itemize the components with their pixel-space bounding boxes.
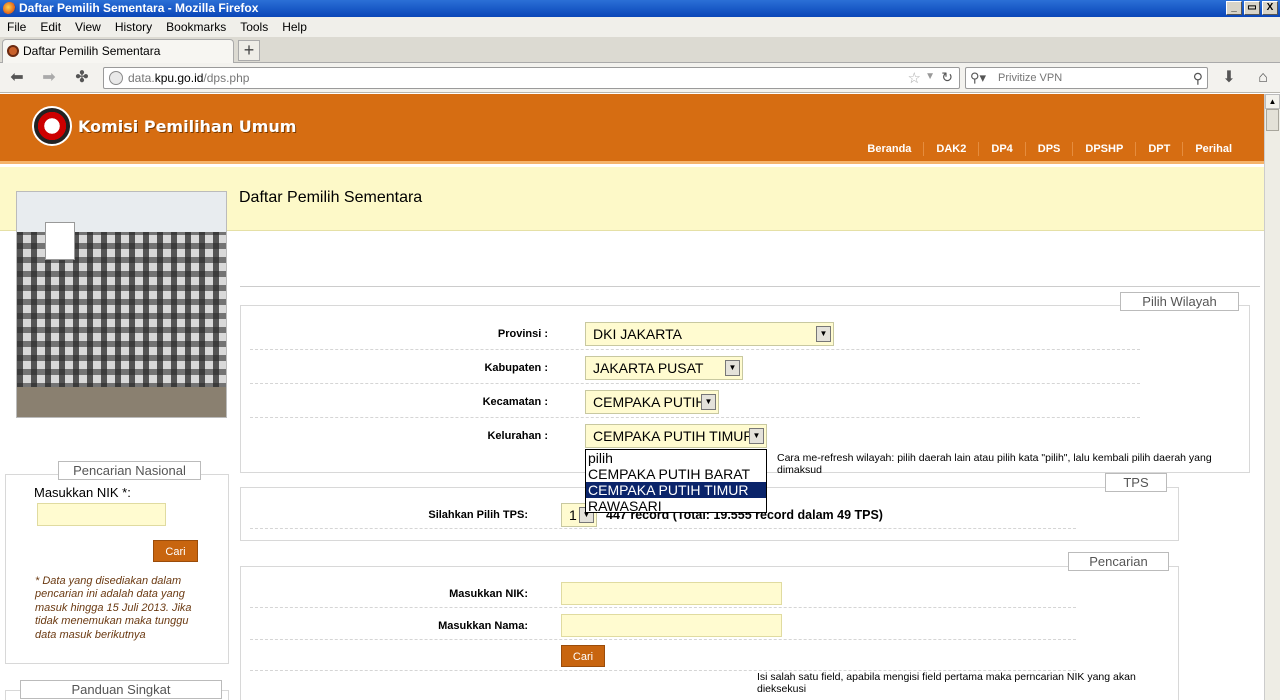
magnifier-icon[interactable]: ⚲ — [1193, 70, 1203, 87]
menubar: File Edit View History Bookmarks Tools H… — [0, 17, 1280, 37]
menu-tools[interactable]: Tools — [233, 17, 275, 37]
url-bar[interactable]: data.kpu.go.id/dps.php ☆ ▼ ↻ — [103, 67, 960, 89]
chevron-down-icon: ▼ — [725, 360, 740, 376]
kecamatan-select[interactable]: CEMPAKA PUTIH ▼ — [585, 390, 719, 414]
kpu-logo-icon — [32, 106, 72, 146]
tab-label: Daftar Pemilih Sementara — [23, 44, 161, 58]
row-separator — [250, 349, 1140, 350]
tps-legend: TPS — [1105, 473, 1167, 492]
back-arrow-icon[interactable]: ⬅ — [8, 69, 26, 87]
navigation-toolbar: ⬅ ➡ ✤ data.kpu.go.id/dps.php ☆ ▼ ↻ ⚲▾ ⚲ … — [0, 63, 1280, 93]
search-bar[interactable]: ⚲▾ ⚲ — [965, 67, 1208, 89]
kelurahan-option-timur[interactable]: CEMPAKA PUTIH TIMUR — [586, 482, 766, 498]
pencarian-note: Isi salah satu field, apabila mengisi fi… — [757, 671, 1136, 695]
panduan-legend: Panduan Singkat — [20, 680, 222, 699]
menu-file[interactable]: File — [0, 17, 33, 37]
refresh-note: Cara me-refresh wilayah: pilih daerah la… — [777, 452, 1212, 476]
pencarian-nik-input[interactable] — [561, 582, 782, 605]
kabupaten-label: Kabupaten : — [484, 362, 548, 374]
pencarian-nik-label: Masukkan NIK: — [449, 588, 528, 600]
scroll-thumb[interactable] — [1266, 109, 1279, 131]
pencarian-nama-label: Masukkan Nama: — [438, 620, 528, 632]
kelurahan-option-pilih[interactable]: pilih — [586, 450, 766, 466]
site-title: Komisi Pemilihan Umum — [78, 117, 297, 136]
vertical-scrollbar[interactable]: ▲ — [1264, 94, 1280, 700]
menu-edit[interactable]: Edit — [33, 17, 68, 37]
nav-beranda[interactable]: Beranda — [855, 142, 923, 156]
url-history-dropdown-icon[interactable]: ▼ — [925, 71, 935, 82]
close-button[interactable]: X — [1262, 1, 1278, 15]
provinsi-label: Provinsi : — [497, 328, 548, 340]
search-engine-icon[interactable]: ⚲▾ — [970, 70, 986, 86]
row-separator — [250, 383, 1140, 384]
bookmark-star-icon[interactable]: ☆ — [908, 69, 921, 87]
kelurahan-value: CEMPAKA PUTIH TIMUR — [593, 428, 754, 444]
kabupaten-select[interactable]: JAKARTA PUSAT ▼ — [585, 356, 743, 380]
nav-perihal[interactable]: Perihal — [1182, 142, 1244, 156]
building-photo — [16, 191, 227, 418]
kelurahan-dropdown-list: pilih CEMPAKA PUTIH BARAT CEMPAKA PUTIH … — [585, 449, 767, 514]
firefox-icon — [3, 2, 16, 15]
menu-bookmarks[interactable]: Bookmarks — [159, 17, 233, 37]
pencarian-legend: Pencarian — [1068, 552, 1169, 571]
chevron-down-icon: ▼ — [749, 428, 764, 444]
kelurahan-label: Kelurahan : — [487, 430, 548, 442]
url-text: data.kpu.go.id/dps.php — [128, 71, 250, 85]
row-separator — [250, 417, 1140, 418]
menu-history[interactable]: History — [108, 17, 159, 37]
provinsi-value: DKI JAKARTA — [593, 326, 682, 342]
site-header: Komisi Pemilihan Umum Beranda DAK2 DP4 D… — [0, 94, 1264, 164]
minimize-button[interactable]: _ — [1226, 1, 1242, 15]
maximize-button[interactable]: ▭ — [1244, 1, 1260, 15]
site-nav: Beranda DAK2 DP4 DPS DPSHP DPT Perihal — [855, 142, 1244, 156]
row-separator — [250, 607, 1076, 608]
kelurahan-select[interactable]: CEMPAKA PUTIH TIMUR ▼ — [585, 424, 767, 448]
divider — [240, 286, 1260, 287]
nav-dpshp[interactable]: DPSHP — [1072, 142, 1135, 156]
pencarian-nama-input[interactable] — [561, 614, 782, 637]
nasional-legend: Pencarian Nasional — [58, 461, 201, 480]
kecamatan-label: Kecamatan : — [482, 396, 548, 408]
kelurahan-option-rawasari[interactable]: RAWASARI — [586, 498, 766, 514]
page-viewport: Komisi Pemilihan Umum Beranda DAK2 DP4 D… — [0, 94, 1264, 700]
wilayah-legend: Pilih Wilayah — [1120, 292, 1239, 311]
row-separator — [250, 528, 1076, 529]
tps-label: Silahkan Pilih TPS: — [428, 509, 528, 521]
nav-dak2[interactable]: DAK2 — [923, 142, 978, 156]
chevron-down-icon: ▼ — [701, 394, 716, 410]
kecamatan-value: CEMPAKA PUTIH — [593, 394, 706, 410]
row-separator — [250, 639, 1076, 640]
home-icon[interactable]: ⌂ — [1254, 69, 1272, 87]
forward-arrow-icon[interactable]: ➡ — [40, 69, 58, 87]
globe-icon — [109, 71, 123, 85]
new-tab-button[interactable]: + — [238, 40, 260, 61]
nav-dps[interactable]: DPS — [1024, 142, 1073, 156]
kabupaten-value: JAKARTA PUSAT — [593, 360, 704, 376]
nasional-cari-button[interactable]: Cari — [153, 540, 198, 562]
privitize-icon[interactable]: ✤ — [73, 69, 91, 87]
scroll-up-arrow-icon[interactable]: ▲ — [1265, 94, 1280, 109]
pencarian-cari-button[interactable]: Cari — [561, 645, 605, 667]
menu-help[interactable]: Help — [275, 17, 314, 37]
downloads-icon[interactable]: ⬇ — [1220, 69, 1238, 87]
kelurahan-option-barat[interactable]: CEMPAKA PUTIH BARAT — [586, 466, 766, 482]
nasional-nik-input[interactable] — [37, 503, 166, 526]
chevron-down-icon: ▼ — [816, 326, 831, 342]
nasional-nik-label: Masukkan NIK *: — [34, 485, 131, 500]
nasional-note: * Data yang disediakan dalam pencarian i… — [35, 575, 192, 641]
reload-icon[interactable]: ↻ — [941, 69, 953, 86]
nav-dp4[interactable]: DP4 — [978, 142, 1024, 156]
menu-view[interactable]: View — [68, 17, 108, 37]
tabbar: Daftar Pemilih Sementara + — [0, 37, 1280, 63]
page-title: Daftar Pemilih Sementara — [239, 189, 423, 206]
browser-tab[interactable]: Daftar Pemilih Sementara — [2, 39, 234, 63]
kpu-favicon-icon — [7, 45, 19, 57]
tps-value: 1 — [569, 507, 577, 523]
provinsi-select[interactable]: DKI JAKARTA ▼ — [585, 322, 834, 346]
window-titlebar: Daftar Pemilih Sementara - Mozilla Firef… — [0, 0, 1280, 17]
nav-dpt[interactable]: DPT — [1135, 142, 1182, 156]
window-title: Daftar Pemilih Sementara - Mozilla Firef… — [19, 1, 259, 15]
search-input[interactable] — [998, 70, 1178, 86]
